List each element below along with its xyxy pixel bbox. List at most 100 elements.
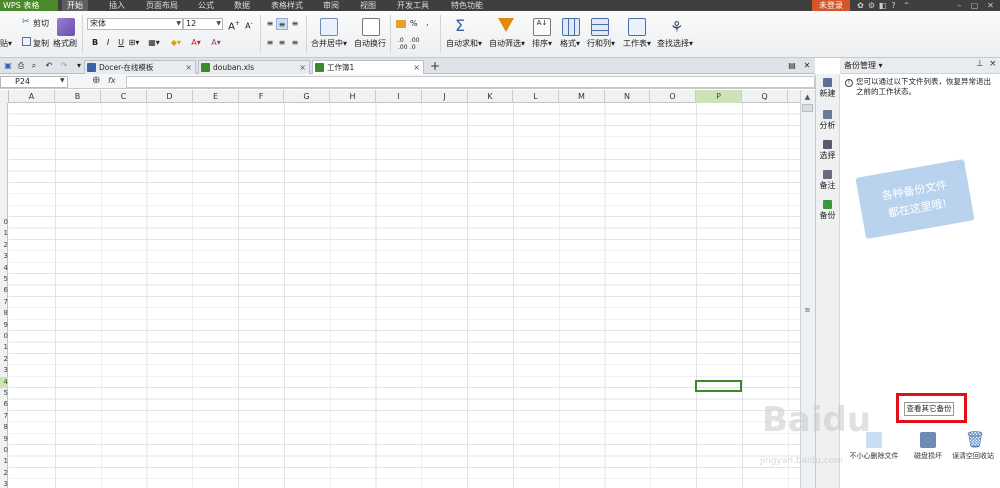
close-icon[interactable]: × <box>413 61 420 74</box>
close-icon[interactable]: × <box>185 61 192 74</box>
undo-icon[interactable]: ↶ <box>43 60 55 72</box>
menu-tab-home[interactable]: 开始 <box>62 0 88 11</box>
cut-button[interactable]: 剪切 <box>33 18 49 29</box>
align-left-button[interactable]: ≡ <box>264 37 276 49</box>
row-header-cell[interactable]: 3 <box>0 479 8 488</box>
tab-docer-templates[interactable]: Docer-在线模板 × <box>84 60 196 74</box>
function-button[interactable]: fx <box>108 76 116 85</box>
close-icon[interactable]: × <box>299 61 306 74</box>
row-header-cell[interactable]: 3 <box>0 365 8 376</box>
column-header-e[interactable]: E <box>193 90 239 103</box>
app-name-button[interactable]: WPS 表格 <box>0 0 58 11</box>
wrap-text-button[interactable]: 自动换行 <box>354 38 386 49</box>
grow-font-button[interactable]: A+ <box>228 18 240 32</box>
tab-close-all-icon[interactable]: ✕ <box>801 60 813 72</box>
column-header-d[interactable]: D <box>147 90 193 103</box>
scroll-up-icon[interactable]: ▲ <box>802 92 813 102</box>
cell-grid[interactable] <box>9 103 800 488</box>
find-select-button[interactable]: 查找选择▾ <box>657 38 693 49</box>
task-select[interactable]: 选择 <box>816 140 839 161</box>
column-header-p[interactable]: P <box>696 90 742 103</box>
row-header-cell[interactable]: 1 <box>0 228 8 239</box>
row-header-cell[interactable]: 8 <box>0 308 8 319</box>
chevron-down-icon[interactable]: ▼ <box>60 77 65 84</box>
align-bottom-button[interactable]: ≡ <box>289 18 301 30</box>
clear-format-button[interactable]: A▾ <box>210 37 222 49</box>
scroll-grip-icon[interactable]: ≡ <box>802 305 813 315</box>
redo-icon[interactable]: ↷ <box>58 60 70 72</box>
scrollbar-thumb[interactable] <box>802 104 813 112</box>
expand-icon[interactable]: ⌃ <box>902 1 911 10</box>
task-analyze[interactable]: 分析 <box>816 110 839 131</box>
column-header-c[interactable]: C <box>101 90 147 103</box>
task-note[interactable]: 备注 <box>816 170 839 191</box>
column-header-j[interactable]: J <box>422 90 468 103</box>
task-backup[interactable]: 备份 <box>816 200 839 221</box>
zoom-icon[interactable]: ⊕ <box>92 75 100 86</box>
menu-tab-page-layout[interactable]: 页面布局 <box>142 0 182 11</box>
column-header-m[interactable]: M <box>559 90 605 103</box>
maximize-icon[interactable]: ▢ <box>970 1 979 10</box>
row-header-cell[interactable]: 0 <box>0 217 8 228</box>
row-header-cell[interactable]: 9 <box>0 320 8 331</box>
print-preview-icon[interactable]: ⌕ <box>28 60 40 72</box>
worksheet-button[interactable]: 工作表▾ <box>623 38 651 49</box>
skin-icon[interactable]: ✿ <box>856 1 865 10</box>
row-header-cell[interactable]: 6 <box>0 285 8 296</box>
shrink-font-button[interactable]: A- <box>243 18 255 31</box>
format-painter-button[interactable]: 格式刷 <box>53 38 77 49</box>
menu-tab-formula[interactable]: 公式 <box>193 0 219 11</box>
row-header-cell[interactable]: 4 <box>0 376 8 388</box>
tab-list-icon[interactable]: ▤ <box>786 60 798 72</box>
align-center-button[interactable]: ≡ <box>276 37 288 49</box>
close-icon[interactable]: × <box>989 59 997 69</box>
font-name-select[interactable]: 宋体 ▼ <box>87 18 183 30</box>
column-header-q[interactable]: Q <box>742 90 788 103</box>
row-header-cell[interactable]: 2 <box>0 468 8 479</box>
formula-input[interactable] <box>126 76 815 88</box>
currency-icon[interactable] <box>396 20 406 28</box>
menu-tab-review[interactable]: 审阅 <box>318 0 344 11</box>
column-header-g[interactable]: G <box>284 90 330 103</box>
row-header-cell[interactable]: 1 <box>0 342 8 353</box>
select-all-button[interactable] <box>0 90 9 103</box>
italic-button[interactable]: I <box>102 37 114 49</box>
increase-decimal-button[interactable]: .0.00 <box>398 37 408 51</box>
decrease-decimal-button[interactable]: .00.0 <box>410 37 420 51</box>
row-header-cell[interactable]: 5 <box>0 274 8 285</box>
settings-icon[interactable]: ⚙ <box>867 1 876 10</box>
column-header-k[interactable]: K <box>468 90 513 103</box>
copy-button[interactable]: 复制 <box>33 38 49 49</box>
selected-cell[interactable] <box>695 380 742 392</box>
row-header-cell[interactable]: 3 <box>0 251 8 262</box>
recycle-bin-action[interactable]: 🗑 误清空回收站 <box>943 432 1000 461</box>
task-new[interactable]: 新建 <box>816 78 839 99</box>
row-header-cell[interactable]: 0 <box>0 331 8 342</box>
font-size-select[interactable]: 12 ▼ <box>183 18 223 30</box>
row-header-cell[interactable]: 2 <box>0 354 8 365</box>
tab-workbook1[interactable]: 工作簿1 × <box>312 60 424 74</box>
new-tab-button[interactable]: + <box>430 59 440 73</box>
tab-douban-xls[interactable]: douban.xls × <box>198 60 310 74</box>
thousands-button[interactable]: , <box>426 18 429 27</box>
pin-icon[interactable]: ⊥ <box>976 59 984 69</box>
column-header-o[interactable]: O <box>650 90 696 103</box>
row-col-button[interactable]: 行和列▾ <box>587 38 615 49</box>
row-header-cell[interactable]: 9 <box>0 434 8 445</box>
align-top-button[interactable]: ≡ <box>264 18 276 30</box>
menu-tab-view[interactable]: 视图 <box>355 0 381 11</box>
share-icon[interactable]: ◧ <box>878 1 887 10</box>
row-header-cell[interactable]: 7 <box>0 297 8 308</box>
fill-color-button[interactable]: ◆▾ <box>170 37 182 49</box>
align-middle-button[interactable]: ≡ <box>276 18 288 30</box>
underline-button[interactable]: U <box>115 37 127 49</box>
bold-button[interactable]: B <box>89 37 101 49</box>
menu-tab-table-style[interactable]: 表格样式 <box>267 0 307 11</box>
percent-button[interactable]: % <box>410 19 418 28</box>
help-icon[interactable]: ? <box>889 1 898 10</box>
cell-style-button[interactable]: ▦▾ <box>148 37 160 49</box>
column-header-b[interactable]: B <box>55 90 101 103</box>
menu-tab-data[interactable]: 数据 <box>229 0 255 11</box>
column-header-i[interactable]: I <box>376 90 422 103</box>
row-header-cell[interactable]: 5 <box>0 388 8 399</box>
